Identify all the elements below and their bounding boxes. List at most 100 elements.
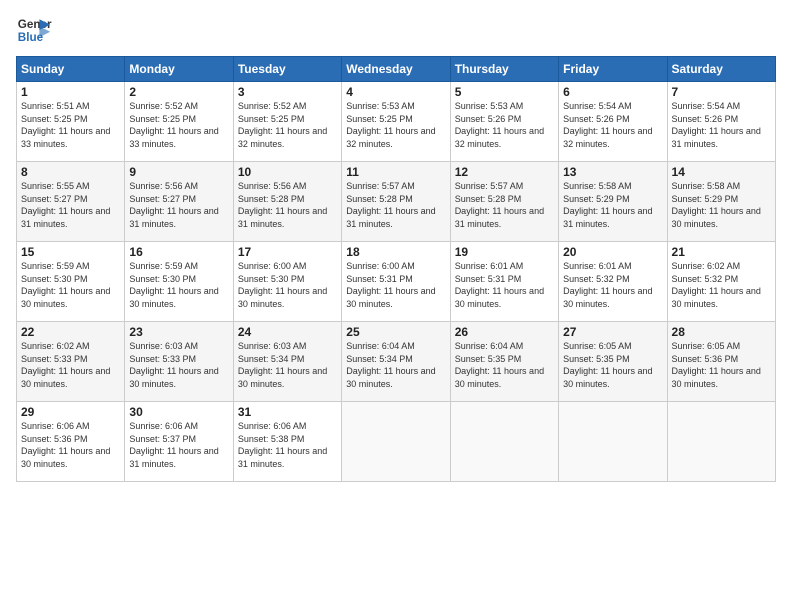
day-info: Sunrise: 5:54 AMSunset: 5:26 PMDaylight:… — [672, 101, 761, 149]
day-info: Sunrise: 6:02 AMSunset: 5:33 PMDaylight:… — [21, 341, 110, 389]
day-number: 31 — [238, 405, 337, 419]
day-number: 15 — [21, 245, 120, 259]
day-info: Sunrise: 5:57 AMSunset: 5:28 PMDaylight:… — [346, 181, 435, 229]
calendar-cell: 30 Sunrise: 6:06 AMSunset: 5:37 PMDayligh… — [125, 402, 233, 482]
day-info: Sunrise: 6:06 AMSunset: 5:37 PMDaylight:… — [129, 421, 218, 469]
calendar-cell: 29Sunrise: 6:06 AMSunset: 5:36 PMDayligh… — [17, 402, 125, 482]
calendar-cell: 8 Sunrise: 5:55 AMSunset: 5:27 PMDaylight… — [17, 162, 125, 242]
weekday-header-thursday: Thursday — [450, 57, 558, 82]
calendar-cell: 31 Sunrise: 6:06 AMSunset: 5:38 PMDayligh… — [233, 402, 341, 482]
day-number: 10 — [238, 165, 337, 179]
calendar-cell: 16 Sunrise: 5:59 AMSunset: 5:30 PMDayligh… — [125, 242, 233, 322]
calendar-week-2: 8 Sunrise: 5:55 AMSunset: 5:27 PMDaylight… — [17, 162, 776, 242]
calendar-cell: 28 Sunrise: 6:05 AMSunset: 5:36 PMDayligh… — [667, 322, 775, 402]
day-number: 23 — [129, 325, 228, 339]
day-number: 1 — [21, 85, 120, 99]
day-info: Sunrise: 5:51 AMSunset: 5:25 PMDaylight:… — [21, 101, 110, 149]
day-info: Sunrise: 6:06 AMSunset: 5:38 PMDaylight:… — [238, 421, 327, 469]
day-info: Sunrise: 6:03 AMSunset: 5:33 PMDaylight:… — [129, 341, 218, 389]
day-number: 26 — [455, 325, 554, 339]
logo: General Blue — [16, 12, 52, 48]
day-info: Sunrise: 5:55 AMSunset: 5:27 PMDaylight:… — [21, 181, 110, 229]
calendar-cell: 26 Sunrise: 6:04 AMSunset: 5:35 PMDayligh… — [450, 322, 558, 402]
calendar-cell — [450, 402, 558, 482]
day-number: 19 — [455, 245, 554, 259]
calendar-week-1: 1 Sunrise: 5:51 AMSunset: 5:25 PMDaylight… — [17, 82, 776, 162]
day-info: Sunrise: 5:57 AMSunset: 5:28 PMDaylight:… — [455, 181, 544, 229]
day-number: 30 — [129, 405, 228, 419]
calendar-cell: 20 Sunrise: 6:01 AMSunset: 5:32 PMDayligh… — [559, 242, 667, 322]
day-number: 4 — [346, 85, 445, 99]
day-number: 2 — [129, 85, 228, 99]
calendar-cell: 6 Sunrise: 5:54 AMSunset: 5:26 PMDaylight… — [559, 82, 667, 162]
day-number: 14 — [672, 165, 771, 179]
day-number: 22 — [21, 325, 120, 339]
day-number: 8 — [21, 165, 120, 179]
day-number: 24 — [238, 325, 337, 339]
calendar-cell: 5 Sunrise: 5:53 AMSunset: 5:26 PMDaylight… — [450, 82, 558, 162]
day-number: 6 — [563, 85, 662, 99]
day-number: 3 — [238, 85, 337, 99]
day-number: 20 — [563, 245, 662, 259]
calendar-cell: 15Sunrise: 5:59 AMSunset: 5:30 PMDayligh… — [17, 242, 125, 322]
weekday-header-sunday: Sunday — [17, 57, 125, 82]
day-number: 13 — [563, 165, 662, 179]
day-number: 21 — [672, 245, 771, 259]
calendar-cell: 11 Sunrise: 5:57 AMSunset: 5:28 PMDayligh… — [342, 162, 450, 242]
page: General Blue SundayMondayTuesdayWednesda… — [0, 0, 792, 612]
weekday-header-wednesday: Wednesday — [342, 57, 450, 82]
day-info: Sunrise: 5:54 AMSunset: 5:26 PMDaylight:… — [563, 101, 652, 149]
calendar: SundayMondayTuesdayWednesdayThursdayFrid… — [16, 56, 776, 482]
calendar-cell: 23 Sunrise: 6:03 AMSunset: 5:33 PMDayligh… — [125, 322, 233, 402]
calendar-cell: 4 Sunrise: 5:53 AMSunset: 5:25 PMDaylight… — [342, 82, 450, 162]
day-info: Sunrise: 5:52 AMSunset: 5:25 PMDaylight:… — [129, 101, 218, 149]
day-info: Sunrise: 5:53 AMSunset: 5:25 PMDaylight:… — [346, 101, 435, 149]
calendar-week-4: 22 Sunrise: 6:02 AMSunset: 5:33 PMDayligh… — [17, 322, 776, 402]
day-info: Sunrise: 6:01 AMSunset: 5:31 PMDaylight:… — [455, 261, 544, 309]
calendar-cell: 19 Sunrise: 6:01 AMSunset: 5:31 PMDayligh… — [450, 242, 558, 322]
calendar-cell: 24 Sunrise: 6:03 AMSunset: 5:34 PMDayligh… — [233, 322, 341, 402]
calendar-cell: 1 Sunrise: 5:51 AMSunset: 5:25 PMDaylight… — [17, 82, 125, 162]
calendar-cell: 27Sunrise: 6:05 AMSunset: 5:35 PMDayligh… — [559, 322, 667, 402]
day-info: Sunrise: 6:02 AMSunset: 5:32 PMDaylight:… — [672, 261, 761, 309]
calendar-cell: 21 Sunrise: 6:02 AMSunset: 5:32 PMDayligh… — [667, 242, 775, 322]
weekday-header-tuesday: Tuesday — [233, 57, 341, 82]
calendar-week-3: 15 Sunrise: 5:59 AMSunset: 5:30 PMDayligh… — [17, 242, 776, 322]
day-number: 28 — [672, 325, 771, 339]
calendar-cell — [559, 402, 667, 482]
day-number: 12 — [455, 165, 554, 179]
weekday-header-monday: Monday — [125, 57, 233, 82]
day-info: Sunrise: 6:00 AMSunset: 5:31 PMDaylight:… — [346, 261, 435, 309]
day-info: Sunrise: 6:05 AMSunset: 5:36 PMDaylight:… — [672, 341, 761, 389]
calendar-cell — [342, 402, 450, 482]
calendar-cell: 3Sunrise: 5:52 AMSunset: 5:25 PMDaylight… — [233, 82, 341, 162]
day-info: Sunrise: 5:58 AMSunset: 5:29 PMDaylight:… — [672, 181, 761, 229]
day-info: Sunrise: 6:03 AMSunset: 5:34 PMDaylight:… — [238, 341, 327, 389]
calendar-cell: 10 Sunrise: 5:56 AMSunset: 5:28 PMDayligh… — [233, 162, 341, 242]
day-info: Sunrise: 6:00 AMSunset: 5:30 PMDaylight:… — [238, 261, 327, 309]
day-info: Sunrise: 6:01 AMSunset: 5:32 PMDaylight:… — [563, 261, 652, 309]
day-info: Sunrise: 6:05 AMSunset: 5:35 PMDaylight:… — [563, 341, 652, 389]
day-info: Sunrise: 5:58 AMSunset: 5:29 PMDaylight:… — [563, 181, 652, 229]
day-number: 16 — [129, 245, 228, 259]
day-info: Sunrise: 5:59 AMSunset: 5:30 PMDaylight:… — [129, 261, 218, 309]
calendar-cell: 13 Sunrise: 5:58 AMSunset: 5:29 PMDayligh… — [559, 162, 667, 242]
weekday-header-row: SundayMondayTuesdayWednesdayThursdayFrid… — [17, 57, 776, 82]
day-number: 5 — [455, 85, 554, 99]
day-info: Sunrise: 6:04 AMSunset: 5:34 PMDaylight:… — [346, 341, 435, 389]
day-number: 18 — [346, 245, 445, 259]
day-info: Sunrise: 6:04 AMSunset: 5:35 PMDaylight:… — [455, 341, 544, 389]
calendar-cell: 2 Sunrise: 5:52 AMSunset: 5:25 PMDaylight… — [125, 82, 233, 162]
calendar-week-5: 29Sunrise: 6:06 AMSunset: 5:36 PMDayligh… — [17, 402, 776, 482]
weekday-header-saturday: Saturday — [667, 57, 775, 82]
logo-icon: General Blue — [16, 12, 52, 48]
day-number: 29 — [21, 405, 120, 419]
weekday-header-friday: Friday — [559, 57, 667, 82]
day-info: Sunrise: 5:56 AMSunset: 5:28 PMDaylight:… — [238, 181, 327, 229]
day-number: 7 — [672, 85, 771, 99]
calendar-cell — [667, 402, 775, 482]
day-info: Sunrise: 5:53 AMSunset: 5:26 PMDaylight:… — [455, 101, 544, 149]
day-number: 25 — [346, 325, 445, 339]
calendar-cell: 14 Sunrise: 5:58 AMSunset: 5:29 PMDayligh… — [667, 162, 775, 242]
day-number: 11 — [346, 165, 445, 179]
